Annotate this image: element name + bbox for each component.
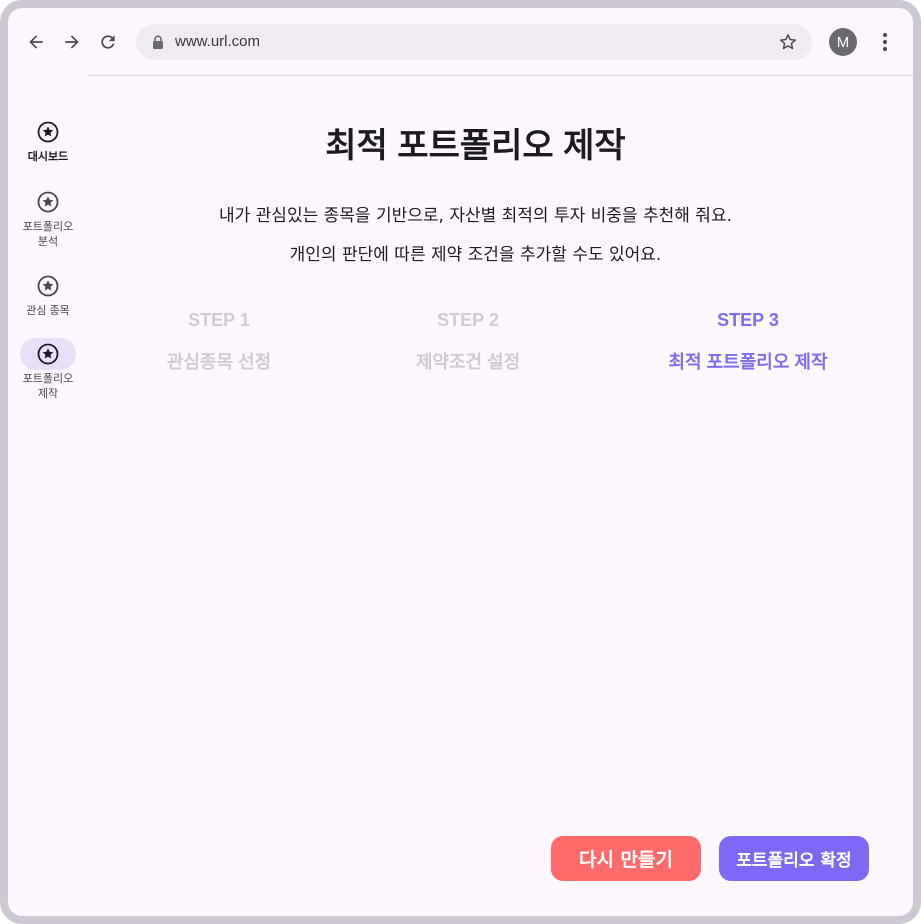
- confirm-portfolio-button[interactable]: 포트폴리오 확정: [719, 836, 869, 881]
- browser-toolbar: www.url.com M: [8, 8, 913, 76]
- star-circle-icon: [37, 121, 59, 143]
- star-circle-icon: [37, 191, 59, 213]
- address-bar[interactable]: www.url.com: [136, 24, 812, 60]
- profile-avatar[interactable]: M: [829, 28, 857, 56]
- toolbar-divider: [88, 75, 913, 76]
- step-3: STEP 3 최적 포트폴리오 제작: [628, 310, 868, 374]
- retry-button[interactable]: 다시 만들기: [551, 836, 701, 881]
- more-vertical-icon: [883, 33, 887, 51]
- url-text: www.url.com: [175, 33, 261, 50]
- page-title: 최적 포트폴리오 제작: [325, 127, 626, 165]
- star-circle-icon: [37, 275, 59, 297]
- step-number: STEP 2: [437, 310, 499, 330]
- forward-button[interactable]: [60, 30, 84, 54]
- star-circle-icon: [37, 343, 59, 365]
- back-button[interactable]: [24, 30, 48, 54]
- sidebar-item-dashboard[interactable]: 대시보드: [8, 116, 88, 165]
- device-frame: www.url.com M 대시보드 포트폴리오 분석 관심 종목 포트폴리오 …: [0, 0, 921, 924]
- sidebar-item-watchlist[interactable]: 관심 종목: [8, 270, 88, 319]
- bookmark-star-icon[interactable]: [778, 32, 798, 52]
- browser-window: www.url.com M 대시보드 포트폴리오 분석 관심 종목 포트폴리오 …: [8, 8, 913, 916]
- browser-menu-button[interactable]: [875, 30, 895, 54]
- step-name: 최적 포트폴리오 제작: [668, 352, 828, 372]
- sidebar-item-label: 포트폴리오 제작: [22, 373, 74, 400]
- description-line-1: 내가 관심있는 종목을 기반으로, 자산별 최적의 투자 비중을 추천해 줘요.: [218, 206, 732, 226]
- sidebar-item-label: 관심 종목: [26, 305, 70, 317]
- active-indicator: [20, 338, 76, 370]
- lock-icon: [153, 35, 163, 49]
- step-number: STEP 3: [717, 310, 779, 330]
- reload-button[interactable]: [96, 30, 120, 54]
- step-number: STEP 1: [188, 310, 250, 330]
- sidebar-item-portfolio-build[interactable]: 포트폴리오 제작: [8, 338, 88, 402]
- sidebar-item-label: 포트폴리오 분석: [22, 221, 74, 248]
- step-1: STEP 1 관심종목 선정: [99, 310, 339, 374]
- arrow-right-icon: [65, 35, 79, 49]
- step-name: 관심종목 선정: [166, 352, 272, 372]
- reload-icon: [101, 35, 115, 49]
- sidebar-item-label: 대시보드: [27, 151, 69, 163]
- step-2: STEP 2 제약조건 설정: [348, 310, 588, 374]
- description-line-2: 개인의 판단에 따른 제약 조건을 추가할 수도 있어요.: [289, 245, 662, 265]
- arrow-left-icon: [29, 35, 43, 49]
- step-name: 제약조건 설정: [415, 352, 521, 372]
- sidebar-item-portfolio-analysis[interactable]: 포트폴리오 분석: [8, 186, 88, 250]
